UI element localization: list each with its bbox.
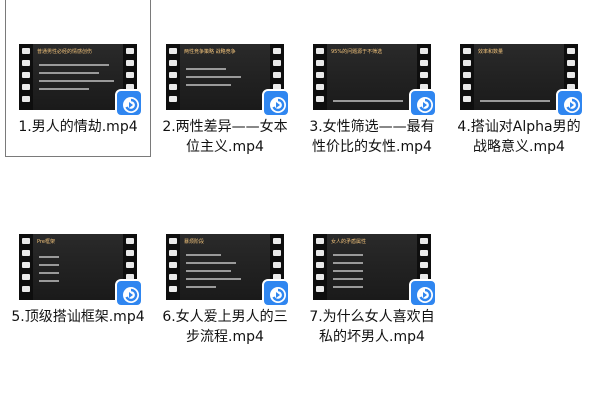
file-item[interactable]: 暴烦阶段 6.女人爱上男人的三步流程.mp4 xyxy=(152,190,298,347)
video-frame: 95%的问题源于不筛选 xyxy=(327,44,417,110)
video-frame: 女人的矛盾属性 xyxy=(327,234,417,300)
video-frame: 普通男性必经的情感创伤 xyxy=(33,44,123,110)
player-app-icon xyxy=(409,89,437,117)
file-name: 1.男人的情劫.mp4 xyxy=(18,119,138,135)
player-app-icon xyxy=(115,89,143,117)
film-strip xyxy=(19,44,33,110)
slide-title: 两性竞争策略 战略竞争 xyxy=(184,49,236,55)
film-strip xyxy=(460,44,474,110)
player-app-icon xyxy=(262,89,290,117)
video-thumbnail: 效率和数量 xyxy=(460,44,584,117)
video-thumbnail: 暴烦阶段 xyxy=(166,234,290,307)
player-app-icon xyxy=(262,279,290,307)
player-app-icon xyxy=(409,279,437,307)
file-name: 6.女人爱上男人的三步流程.mp4 xyxy=(162,309,288,345)
video-thumbnail: 两性竞争策略 战略竞争 xyxy=(166,44,290,117)
player-app-icon xyxy=(115,279,143,307)
slide-title: 95%的问题源于不筛选 xyxy=(331,49,383,55)
file-item[interactable]: 女人的矛盾属性 7.为什么女人喜欢自私的坏男人.mp4 xyxy=(299,190,445,347)
slide-title: 暴烦阶段 xyxy=(184,239,205,245)
slide-title: 女人的矛盾属性 xyxy=(331,239,367,245)
video-frame: 效率和数量 xyxy=(474,44,564,110)
slide-title: Pre框架 xyxy=(37,239,55,245)
file-name: 7.为什么女人喜欢自私的坏男人.mp4 xyxy=(309,309,435,345)
film-strip xyxy=(166,44,180,110)
file-name: 2.两性差异——女本位主义.mp4 xyxy=(162,119,288,155)
video-frame: 两性竞争策略 战略竞争 xyxy=(180,44,270,110)
slide-title: 普通男性必经的情感创伤 xyxy=(37,49,93,55)
file-item[interactable]: Pre框架 5.顶级搭讪框架.mp4 xyxy=(5,190,151,327)
video-thumbnail: Pre框架 xyxy=(19,234,143,307)
file-item[interactable]: 95%的问题源于不筛选 3.女性筛选——最有性价比的女性.mp4 xyxy=(299,0,445,157)
film-strip xyxy=(166,234,180,300)
file-item[interactable]: 两性竞争策略 战略竞争 2.两性差异——女本位主义.mp4 xyxy=(152,0,298,157)
file-name: 4.搭讪对Alpha男的战略意义.mp4 xyxy=(457,119,581,155)
film-strip xyxy=(313,44,327,110)
video-frame: 暴烦阶段 xyxy=(180,234,270,300)
film-strip xyxy=(313,234,327,300)
video-thumbnail: 女人的矛盾属性 xyxy=(313,234,437,307)
file-item[interactable]: 普通男性必经的情感创伤 1.男人的情劫.mp4 xyxy=(5,0,151,157)
video-thumbnail: 普通男性必经的情感创伤 xyxy=(19,44,143,117)
film-strip xyxy=(19,234,33,300)
video-thumbnail: 95%的问题源于不筛选 xyxy=(313,44,437,117)
player-app-icon xyxy=(556,89,584,117)
file-name: 3.女性筛选——最有性价比的女性.mp4 xyxy=(309,119,435,155)
slide-title: 效率和数量 xyxy=(478,49,504,55)
file-name: 5.顶级搭讪框架.mp4 xyxy=(11,309,145,325)
video-frame: Pre框架 xyxy=(33,234,123,300)
file-item[interactable]: 效率和数量 4.搭讪对Alpha男的战略意义.mp4 xyxy=(446,0,592,157)
